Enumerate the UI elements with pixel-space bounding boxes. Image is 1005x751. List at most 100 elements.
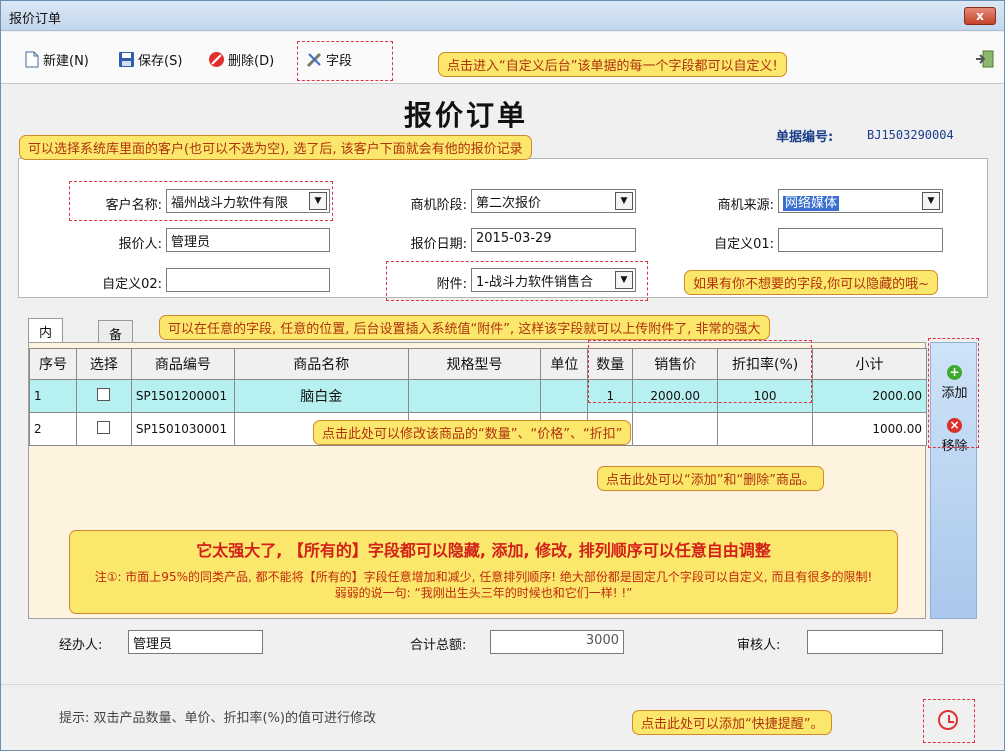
date-label: 报价日期: — [410, 237, 467, 252]
source-label: 商机来源: — [717, 198, 774, 213]
chevron-down-icon[interactable]: ▼ — [922, 192, 940, 210]
attach-value: 1-战斗力软件销售合 — [476, 275, 593, 290]
note-fields: 点击进入“自定义后台”该单据的每一个字段都可以自定义! — [438, 52, 787, 77]
col-header[interactable]: 折扣率(%) — [717, 348, 814, 380]
reviewer-label: 审核人: — [737, 638, 781, 653]
source-value: 网络媒体 — [783, 196, 840, 211]
total-label: 合计总额: — [410, 638, 467, 653]
customer-value: 福州战斗力软件有限 — [171, 196, 289, 211]
row-price[interactable]: 2000.00 — [632, 379, 719, 413]
row-price[interactable] — [632, 412, 719, 446]
note-big-body: 注①: 市面上95%的同类产品, 都不能将【所有的】字段任意增加和减少, 任意排… — [94, 570, 873, 600]
quoter-label: 报价人: — [118, 237, 162, 252]
row-no: 2 — [29, 412, 77, 446]
col-header[interactable]: 数量 — [587, 348, 634, 380]
row-name: 脑白金 — [233, 379, 409, 413]
window-title: 报价订单 — [9, 12, 62, 27]
row-code: SP1501200001 — [130, 379, 235, 413]
table-header-row: 序号 选择 商品编号 商品名称 规格型号 单位 数量 销售价 折扣率(%) 小计 — [29, 348, 927, 380]
date-input[interactable]: 2015-03-29 — [471, 228, 636, 252]
divider — [1, 684, 1004, 685]
note-attach: 可以在任意的字段, 任意的位置, 后台设置插入系统值“附件”, 这样该字段就可以… — [159, 315, 770, 340]
row-discount[interactable]: 100 — [717, 379, 814, 413]
custom01-input[interactable] — [778, 228, 943, 252]
col-header[interactable]: 销售价 — [632, 348, 719, 380]
col-header[interactable]: 序号 — [29, 348, 77, 380]
fields-label: 字段 — [326, 54, 353, 69]
chevron-down-icon[interactable]: ▼ — [309, 192, 327, 210]
custom01-label: 自定义01: — [714, 237, 774, 252]
col-header[interactable]: 选择 — [75, 348, 132, 380]
row-select-cell — [75, 379, 132, 413]
doc-no: BJ1503290004 — [867, 128, 954, 142]
hint-text: 提示: 双击产品数量、单价、折扣率(%)的值可进行修改 — [59, 711, 377, 726]
remove-icon: × — [947, 418, 962, 433]
clock-icon[interactable] — [938, 710, 958, 730]
delete-icon — [208, 51, 225, 68]
attach-select[interactable]: 1-战斗力软件销售合 ▼ — [471, 268, 636, 292]
add-button[interactable]: + 添加 — [933, 365, 976, 401]
table-row[interactable]: 1 SP1501200001 脑白金 1 2000.00 100 2000.00 — [29, 379, 927, 413]
row-select-cell — [75, 412, 132, 446]
side-button-panel: + 添加 × 移除 — [930, 342, 977, 619]
custom02-input[interactable] — [166, 268, 330, 292]
doc-no-label: 单据编号: — [776, 130, 834, 145]
stage-select[interactable]: 第二次报价 ▼ — [471, 189, 636, 213]
fields-button[interactable]: 字段 — [306, 50, 352, 69]
quoter-input[interactable]: 管理员 — [166, 228, 330, 252]
title-bar: 报价订单 x — [1, 1, 1004, 31]
col-header[interactable]: 商品名称 — [233, 348, 409, 380]
row-subtotal: 2000.00 — [812, 379, 927, 413]
custom02-label: 自定义02: — [102, 277, 162, 292]
row-checkbox[interactable] — [97, 388, 111, 401]
col-header[interactable]: 规格型号 — [407, 348, 542, 380]
note-addremove: 点击此处可以“添加”和“删除”商品。 — [597, 466, 824, 491]
attach-label: 附件: — [436, 277, 467, 292]
note-hide: 如果有你不想要的字段,你可以隐藏的哦~ — [684, 270, 939, 295]
handler-label: 经办人: — [59, 638, 103, 653]
handler-input[interactable]: 管理员 — [128, 630, 263, 654]
delete-button[interactable]: 删除(D) — [208, 50, 274, 69]
row-code: SP1501030001 — [130, 412, 235, 446]
stage-value: 第二次报价 — [476, 196, 542, 211]
chevron-down-icon[interactable]: ▼ — [615, 192, 633, 210]
customer-select[interactable]: 福州战斗力软件有限 ▼ — [166, 189, 330, 213]
close-button[interactable]: x — [964, 7, 996, 25]
exit-icon[interactable] — [975, 50, 995, 72]
new-document-icon — [23, 51, 40, 68]
remove-button[interactable]: × 移除 — [933, 418, 976, 454]
row-spec — [407, 379, 542, 413]
total-input: 3000 — [490, 630, 624, 654]
tab-notes[interactable]: 备注 — [98, 320, 134, 362]
save-label: 保存(S) — [138, 54, 183, 69]
row-checkbox[interactable] — [97, 421, 111, 434]
add-label: 添加 — [941, 386, 968, 401]
note-big-title: 它太强大了, 【所有的】字段都可以隐藏, 添加, 修改, 排列顺序可以任意自由调… — [196, 541, 771, 560]
reviewer-input[interactable] — [807, 630, 943, 654]
col-header[interactable]: 单位 — [540, 348, 589, 380]
row-subtotal: 1000.00 — [812, 412, 927, 446]
plus-icon: + — [947, 365, 962, 380]
chevron-down-icon[interactable]: ▼ — [615, 271, 633, 289]
stage-label: 商机阶段: — [410, 198, 467, 213]
customer-label: 客户名称: — [105, 198, 162, 213]
row-no: 1 — [29, 379, 77, 413]
col-header[interactable]: 小计 — [812, 348, 927, 380]
tools-icon — [306, 51, 323, 68]
note-big: 它太强大了, 【所有的】字段都可以隐藏, 添加, 修改, 排列顺序可以任意自由调… — [69, 530, 898, 614]
note-customer: 可以选择系统库里面的客户(也可以不选为空), 选了后, 该客户下面就会有他的报价… — [19, 135, 532, 160]
row-qty[interactable]: 1 — [587, 379, 634, 413]
save-icon — [118, 51, 135, 68]
row-discount[interactable] — [717, 412, 814, 446]
window: 报价订单 x 新建(N) 保存(S) 删除(D) 字段 点击进入“自定义后台”该… — [0, 0, 1005, 751]
new-button[interactable]: 新建(N) — [23, 50, 89, 69]
toolbar: 新建(N) 保存(S) 删除(D) 字段 点击进入“自定义后台”该单据的每一个字… — [1, 32, 1004, 84]
new-label: 新建(N) — [43, 54, 89, 69]
save-button[interactable]: 保存(S) — [118, 50, 182, 69]
row-unit — [540, 379, 589, 413]
source-select[interactable]: 网络媒体 ▼ — [778, 189, 943, 213]
delete-label: 删除(D) — [228, 54, 275, 69]
tab-content[interactable]: 内容 — [28, 318, 64, 360]
note-reminder: 点击此处可以添加“快捷提醒”。 — [632, 710, 833, 735]
col-header[interactable]: 商品编号 — [130, 348, 235, 380]
